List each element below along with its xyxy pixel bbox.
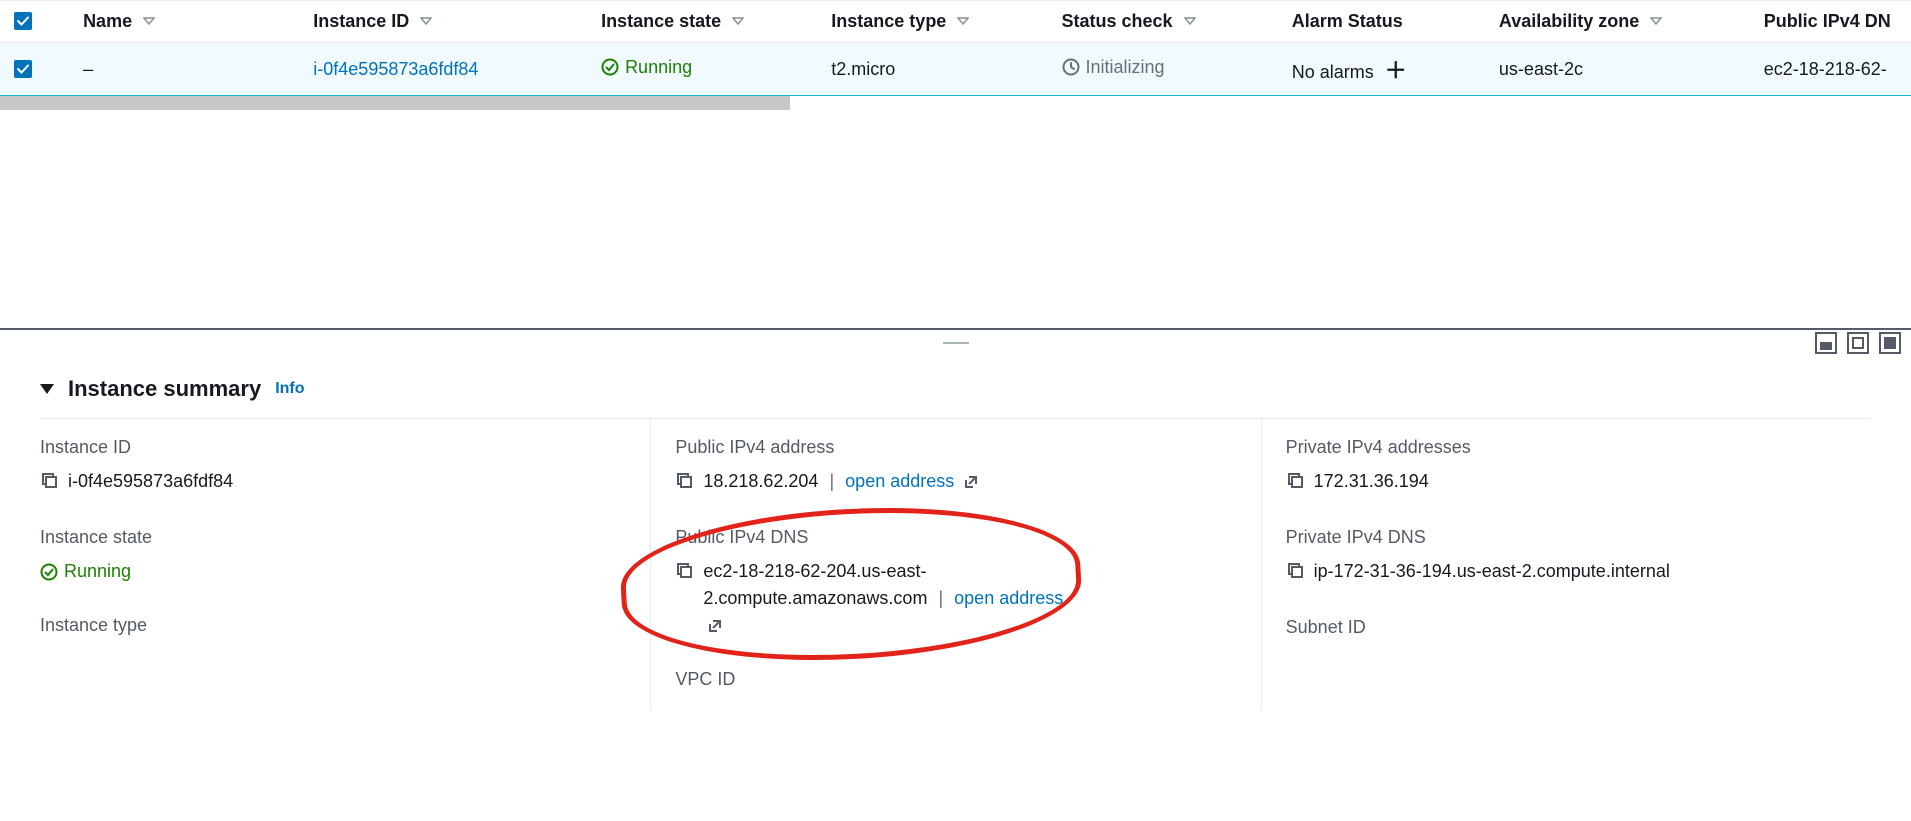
- sort-icon: [420, 15, 432, 27]
- panel-full-button[interactable]: [1879, 332, 1901, 354]
- copy-icon[interactable]: [1286, 470, 1304, 497]
- info-link[interactable]: Info: [275, 380, 304, 398]
- cell-name: –: [69, 43, 299, 96]
- panel-half-button[interactable]: [1847, 332, 1869, 354]
- sort-icon: [732, 15, 744, 27]
- summary-col-right: Private IPv4 addresses 172.31.36.194 Pri…: [1261, 419, 1871, 710]
- col-header-instance-id-label: Instance ID: [313, 11, 409, 31]
- col-header-instance-type[interactable]: Instance type: [817, 1, 1047, 43]
- row-checkbox[interactable]: [14, 60, 32, 78]
- panel-resize-bar[interactable]: [0, 330, 1911, 356]
- label-vpc-id: VPC ID: [675, 669, 1236, 690]
- cell-status-check: Initializing: [1062, 57, 1165, 78]
- instance-summary-panel: Instance summary Info Instance ID i-0f4e…: [0, 356, 1911, 740]
- summary-col-mid: Public IPv4 address 18.218.62.204 | open…: [650, 419, 1260, 710]
- cell-az: us-east-2c: [1485, 43, 1750, 96]
- col-header-instance-state-label: Instance state: [601, 11, 721, 31]
- add-alarm-button[interactable]: ＋: [1385, 58, 1407, 83]
- copy-icon[interactable]: [40, 470, 58, 497]
- label-public-ip: Public IPv4 address: [675, 437, 1236, 458]
- check-circle-icon: [40, 563, 58, 581]
- label-subnet-id: Subnet ID: [1286, 617, 1847, 638]
- cell-instance-id-link[interactable]: i-0f4e595873a6fdf84: [313, 59, 478, 79]
- summary-title: Instance summary: [68, 376, 261, 402]
- external-link-icon: [963, 474, 979, 490]
- col-header-alarm-status-label: Alarm Status: [1292, 11, 1403, 31]
- col-header-instance-state[interactable]: Instance state: [587, 1, 817, 43]
- value-private-dns: ip-172-31-36-194.us-east-2.compute.inter…: [1314, 558, 1670, 585]
- cell-instance-state-label: Running: [625, 57, 692, 78]
- sort-icon: [1650, 15, 1662, 27]
- label-instance-state: Instance state: [40, 527, 626, 548]
- col-header-az[interactable]: Availability zone: [1485, 1, 1750, 43]
- label-private-ip: Private IPv4 addresses: [1286, 437, 1847, 458]
- horizontal-scrollbar[interactable]: [0, 96, 1911, 110]
- select-all-checkbox[interactable]: [14, 12, 32, 30]
- panel-collapse-button[interactable]: [1815, 332, 1837, 354]
- summary-col-left: Instance ID i-0f4e595873a6fdf84 Instance…: [40, 419, 650, 710]
- col-header-name-label: Name: [83, 11, 132, 31]
- sort-icon: [143, 15, 155, 27]
- col-header-name[interactable]: Name: [69, 1, 299, 43]
- value-instance-id: i-0f4e595873a6fdf84: [68, 468, 233, 495]
- value-public-dns: ec2-18-218-62-204.us-east-2.compute.amaz…: [703, 561, 927, 608]
- copy-icon[interactable]: [675, 560, 693, 587]
- clock-icon: [1062, 58, 1080, 76]
- cell-instance-state: Running: [601, 57, 692, 78]
- copy-icon[interactable]: [1286, 560, 1304, 587]
- value-private-ip: 172.31.36.194: [1314, 468, 1429, 495]
- cell-alarm-status: No alarms: [1292, 62, 1374, 82]
- open-address-link[interactable]: open address: [845, 471, 954, 491]
- instances-table: Name Instance ID Instance state Instance…: [0, 1, 1911, 96]
- cell-status-check-label: Initializing: [1086, 57, 1165, 78]
- col-header-public-dns-label: Public IPv4 DN: [1764, 11, 1891, 31]
- empty-area: [0, 110, 1911, 330]
- check-circle-icon: [601, 58, 619, 76]
- instances-table-wrap: Name Instance ID Instance state Instance…: [0, 0, 1911, 110]
- cell-instance-type: t2.micro: [817, 43, 1047, 96]
- col-header-az-label: Availability zone: [1499, 11, 1639, 31]
- value-public-ip: 18.218.62.204: [703, 471, 818, 491]
- col-header-public-dns[interactable]: Public IPv4 DN: [1750, 1, 1911, 43]
- col-header-status-check-label: Status check: [1062, 11, 1173, 31]
- external-link-icon: [707, 618, 723, 634]
- col-header-alarm-status[interactable]: Alarm Status: [1278, 1, 1485, 43]
- label-private-dns: Private IPv4 DNS: [1286, 527, 1847, 548]
- cell-public-dns: ec2-18-218-62-: [1750, 43, 1911, 96]
- sort-icon: [1184, 15, 1196, 27]
- col-header-instance-id[interactable]: Instance ID: [299, 1, 587, 43]
- label-public-dns: Public IPv4 DNS: [675, 527, 1236, 548]
- label-instance-type: Instance type: [40, 615, 626, 636]
- label-instance-id: Instance ID: [40, 437, 626, 458]
- open-address-link-dns[interactable]: open address: [954, 588, 1063, 608]
- summary-header: Instance summary Info: [40, 366, 1871, 419]
- table-row[interactable]: – i-0f4e595873a6fdf84 Running t2.micro I…: [0, 43, 1911, 96]
- drag-handle-icon: [943, 342, 969, 344]
- copy-icon[interactable]: [675, 470, 693, 497]
- col-header-instance-type-label: Instance type: [831, 11, 946, 31]
- value-instance-state: Running: [64, 558, 131, 585]
- sort-icon: [957, 15, 969, 27]
- col-header-status-check[interactable]: Status check: [1048, 1, 1278, 43]
- collapse-caret-icon[interactable]: [40, 384, 54, 394]
